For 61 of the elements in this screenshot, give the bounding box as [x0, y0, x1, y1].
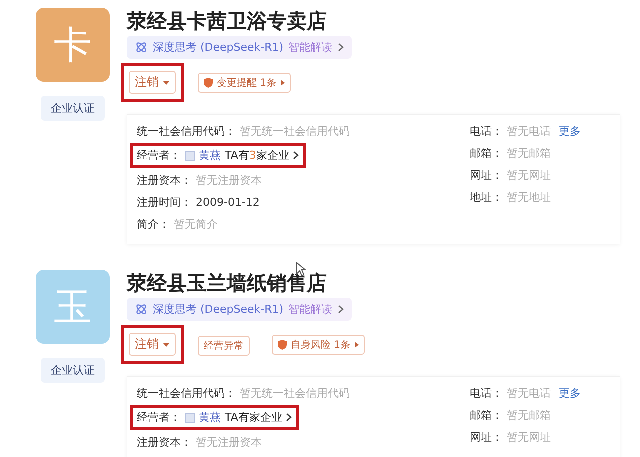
atom-icon [135, 303, 148, 316]
caret-icon [163, 80, 170, 84]
field-label: 注册时间： [137, 194, 192, 210]
field-value: 2009-01-12 [196, 196, 260, 208]
field-value: 暂无注册资本 [196, 172, 262, 188]
field-label: 注册资本： [137, 172, 192, 188]
field-label: 注册资本： [137, 434, 192, 450]
field-label: 网址： [470, 430, 503, 444]
chevron-right-icon [293, 151, 300, 160]
field-value: 暂无统一社会信用代码 [240, 386, 350, 400]
chevron-right-icon [286, 413, 292, 422]
chevron-right-icon [338, 305, 344, 314]
field-value: 暂无简介 [174, 216, 218, 232]
field-label: 简介： [137, 216, 170, 232]
field-value: 暂无邮箱 [507, 408, 551, 422]
avatar-icon [185, 412, 195, 422]
field-label: 电话： [470, 124, 503, 138]
company-logo: 玉 [36, 270, 110, 344]
alert-tag[interactable]: 自身风险 1条 [272, 334, 365, 354]
field-label: 经营者： [137, 410, 181, 425]
field-value: 暂无网址 [507, 168, 551, 182]
field-value: 暂无地址 [507, 190, 551, 204]
triangle-right-icon [354, 342, 359, 348]
field-label: 邮箱： [470, 146, 503, 160]
field-value: 暂无统一社会信用代码 [240, 124, 350, 138]
field-label: 邮箱： [470, 408, 503, 422]
shield-icon [278, 340, 287, 350]
field-label: 地址： [470, 190, 503, 204]
risk-tag: 经营异常 [198, 336, 250, 356]
company-logo: 卡 [36, 8, 110, 82]
atom-icon [135, 41, 148, 54]
person-link[interactable]: 黄燕 [199, 148, 221, 163]
ai-insight-button[interactable]: 深度思考 (DeepSeek-R1) 智能解读 [127, 298, 352, 321]
field-label: 电话： [470, 386, 503, 400]
triangle-right-icon [280, 80, 285, 86]
company-name: 荥经县玉兰墙纸销售店 [127, 272, 327, 294]
ai-insight-button[interactable]: 深度思考 (DeepSeek-R1) 智能解读 [127, 36, 352, 59]
certification-button[interactable]: 企业认证 [41, 96, 105, 121]
field-label: 网址： [470, 168, 503, 182]
field-label: 经营者： [137, 148, 181, 163]
field-value: 暂无网址 [507, 430, 551, 444]
caret-icon [163, 342, 170, 346]
avatar-icon [185, 150, 195, 160]
status-tag[interactable]: 注销 [129, 333, 176, 356]
shield-icon [204, 78, 213, 88]
companies-link[interactable]: TA有家企业 [225, 410, 282, 425]
status-tag[interactable]: 注销 [129, 71, 176, 94]
person-link[interactable]: 黄燕 [199, 410, 221, 425]
companies-link[interactable]: TA有3家企业 [225, 148, 290, 163]
field-value: 暂无邮箱 [507, 146, 551, 160]
field-value: 暂无电话 [507, 386, 551, 400]
field-label: 统一社会信用代码： [137, 124, 236, 138]
field-value: 暂无注册资本 [196, 434, 262, 450]
more-link[interactable]: 更多 [559, 124, 581, 138]
field-value: 暂无电话 [507, 124, 551, 138]
company-name: 荥经县卡茜卫浴专卖店 [127, 10, 327, 32]
chevron-right-icon [338, 43, 344, 52]
alert-tag[interactable]: 变更提醒 1条 [198, 72, 291, 92]
certification-button[interactable]: 企业认证 [41, 358, 105, 383]
more-link[interactable]: 更多 [559, 386, 581, 400]
field-label: 统一社会信用代码： [137, 386, 236, 400]
